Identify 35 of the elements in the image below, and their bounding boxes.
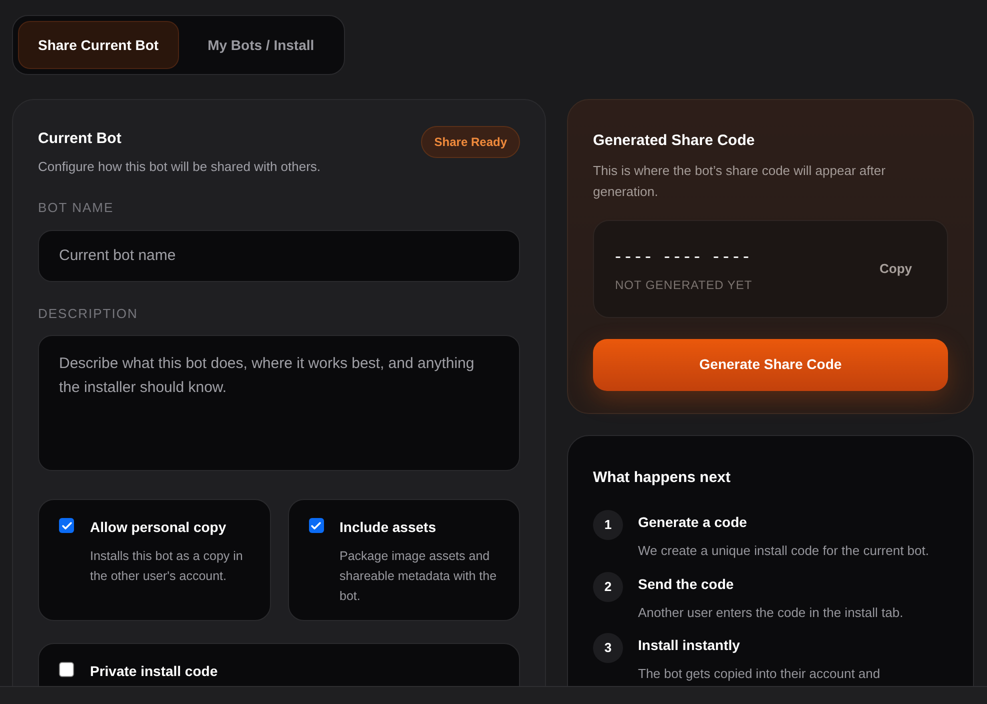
card-title: Generated Share Code (593, 131, 756, 151)
description-field[interactable]: Describe what this bot does, where it works best, and anything the installer should know. (38, 335, 520, 471)
step-description: The bot gets copied into their account and (638, 665, 880, 683)
generate-button[interactable]: Generate Share Code (593, 338, 948, 390)
checkbox[interactable] (308, 518, 324, 533)
bot-name-field[interactable]: Current bot name (38, 230, 520, 282)
step-number: 2 (593, 572, 623, 602)
copy-button[interactable]: Copy (866, 250, 926, 286)
step-number: 1 (593, 510, 623, 540)
checkbox[interactable] (59, 662, 74, 677)
option-description: Package image assets and shareable metadata with the bot. (340, 548, 498, 605)
check-icon (310, 520, 322, 532)
code-status: NOT GENERATED YET (615, 277, 753, 294)
tab[interactable]: Share Current Bot (18, 21, 179, 69)
step-title: Generate a code (638, 513, 748, 532)
share-code: ---- ---- ---- (615, 245, 753, 268)
field-label: BOT NAME (38, 199, 115, 217)
card-subtitle: This is where the bot’s share code will appear after generation. (593, 162, 886, 201)
tab[interactable]: My Bots / Install (182, 21, 340, 69)
step-description: Another user enters the code in the install tab. (638, 604, 904, 622)
option-label: Include assets (340, 518, 437, 537)
step-title: Install instantly (638, 636, 741, 655)
card-subtitle: Configure how this bot will be shared with others. (38, 158, 321, 176)
step-title: Send the code (638, 574, 735, 594)
status-badge: Share Ready (421, 126, 520, 158)
step-number: 3 (593, 633, 623, 663)
card-title: What happens next (593, 469, 731, 486)
field-label: DESCRIPTION (38, 304, 139, 322)
option-label: Private install code (90, 662, 218, 681)
option-description: Installs this bot as a copy in the other user's account. (90, 548, 244, 585)
check-icon (60, 520, 72, 532)
checkbox[interactable] (59, 518, 74, 533)
step-description: We create a unique install code for the current bot. (638, 542, 929, 560)
card-title: Current Bot (38, 129, 122, 149)
option-label: Allow personal copy (90, 518, 228, 537)
